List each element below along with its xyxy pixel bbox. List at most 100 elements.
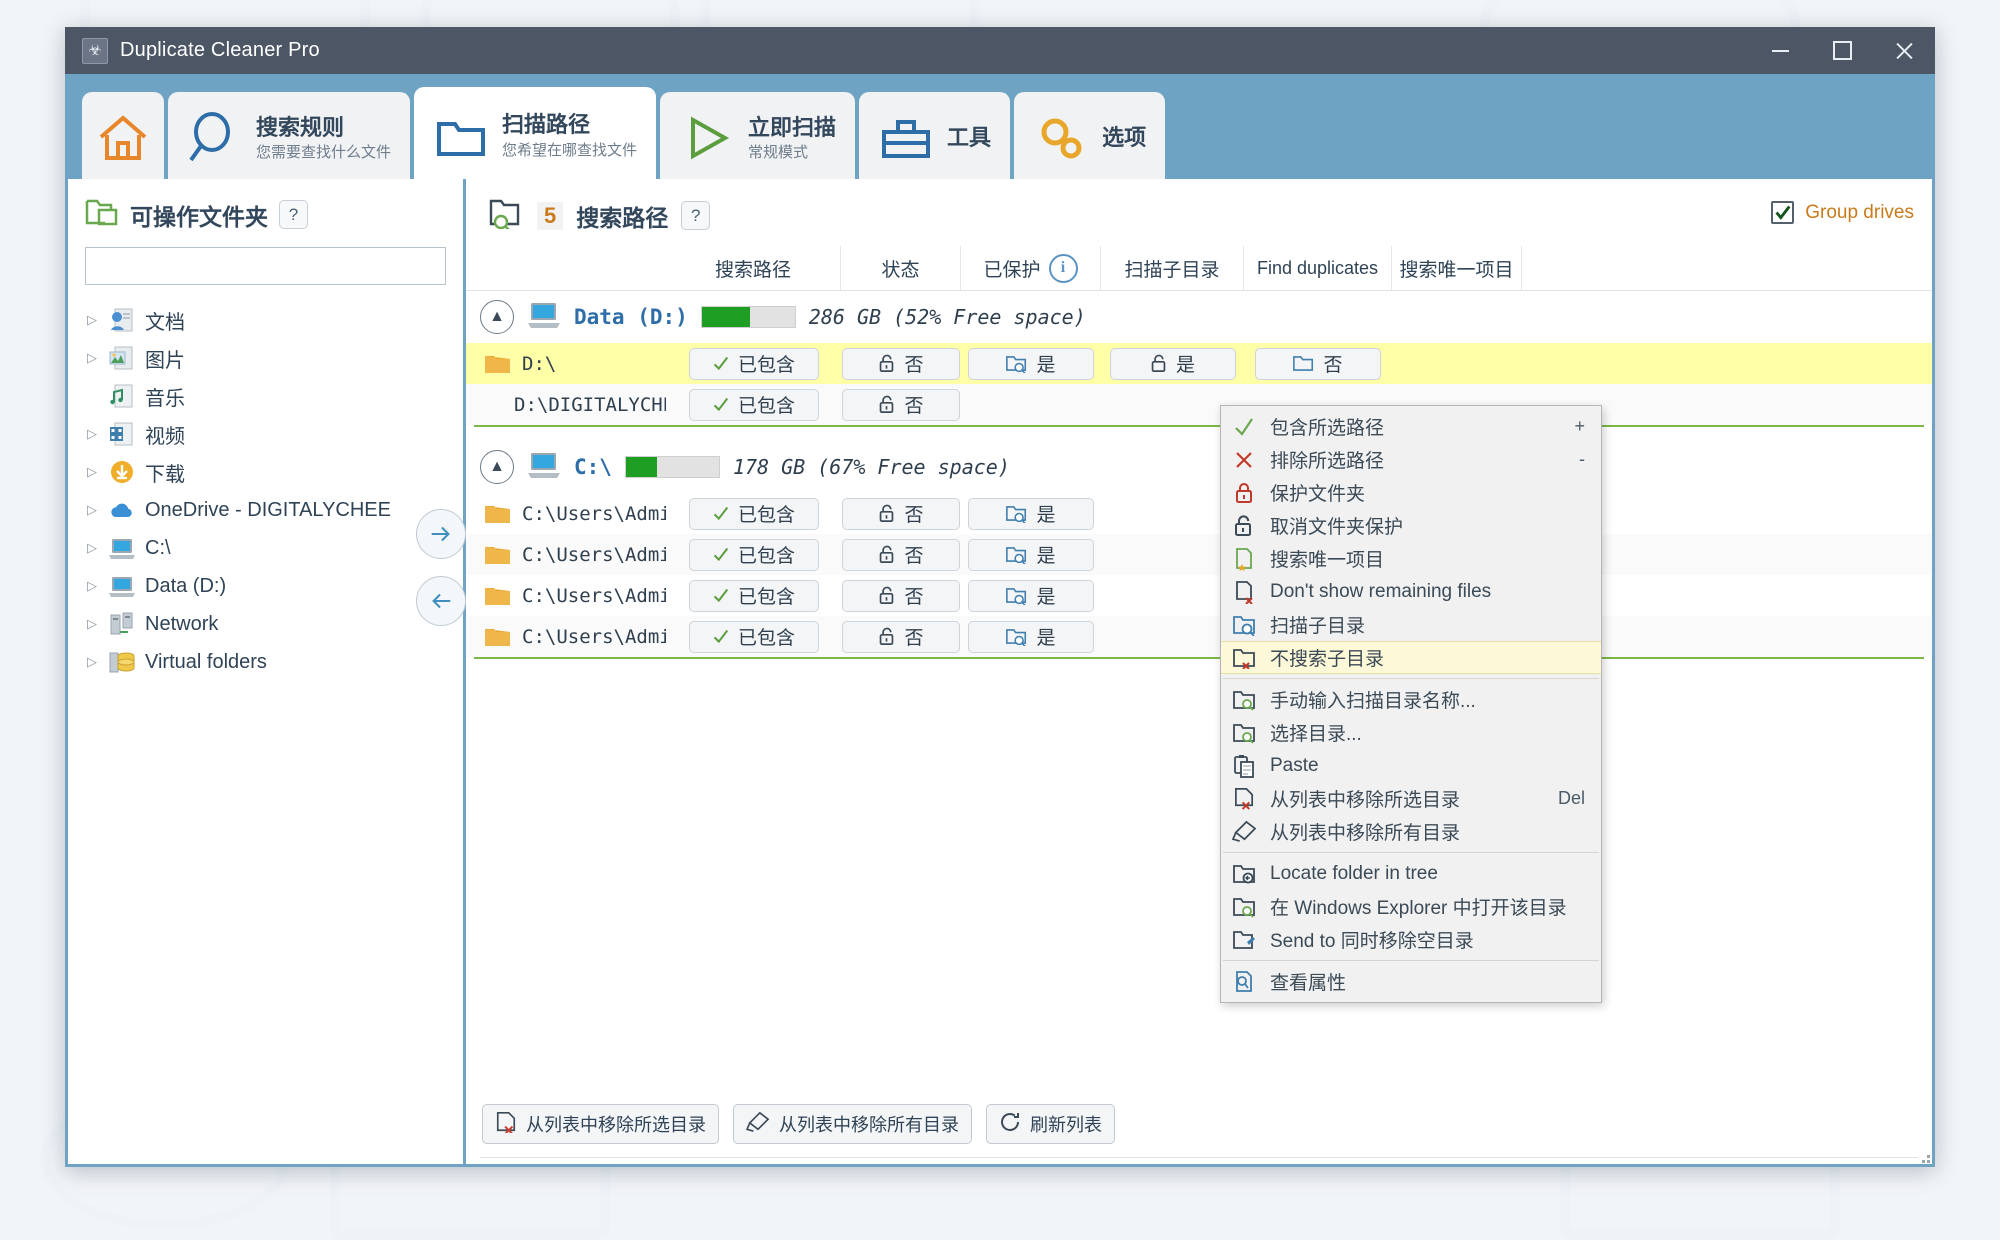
tree-item-c-drive[interactable]: ▷ C:\ xyxy=(85,529,463,567)
table-row[interactable]: C:\Users\Administra 已包含 否 是 xyxy=(466,534,1932,575)
collapse-chevron-icon[interactable]: ▲ xyxy=(480,300,514,334)
protected-cell[interactable]: 否 xyxy=(842,389,960,421)
status-cell[interactable]: 已包含 xyxy=(689,389,819,421)
column-header-path[interactable]: 搜索路径 xyxy=(666,246,841,290)
help-icon[interactable]: ? xyxy=(681,201,710,230)
sendto-icon xyxy=(1231,927,1257,953)
subdirs-cell[interactable]: 是 xyxy=(968,621,1094,653)
tree-item-onedrive[interactable]: ▷ OneDrive - DIGITALYCHEE xyxy=(85,491,463,529)
menu-item-no-subfolders[interactable]: 不搜索子目录 xyxy=(1221,641,1601,674)
menu-item-open-in-explorer[interactable]: 在 Windows Explorer 中打开该目录 xyxy=(1221,890,1601,923)
protected-cell[interactable]: 否 xyxy=(842,539,960,571)
expand-arrow-icon[interactable]: ▷ xyxy=(85,350,99,366)
menu-item-paste[interactable]: Paste xyxy=(1221,749,1601,782)
column-header-protected[interactable]: 已保护 i xyxy=(961,246,1101,290)
help-icon[interactable]: ? xyxy=(279,200,308,229)
expand-arrow-icon[interactable]: ▷ xyxy=(85,426,99,442)
menu-item-type-path[interactable]: 手动输入扫描目录名称... xyxy=(1221,683,1601,716)
context-menu[interactable]: 包含所选路径 + 排除所选路径 - 保护文件夹 取消文件夹保护 搜索唯一项目 D… xyxy=(1220,405,1602,1003)
subdirs-cell[interactable]: 是 xyxy=(968,498,1094,530)
add-path-button[interactable] xyxy=(416,509,466,559)
maximize-button[interactable] xyxy=(1811,27,1873,74)
expand-arrow-icon[interactable]: ▷ xyxy=(85,578,99,594)
collapse-chevron-icon[interactable]: ▲ xyxy=(480,450,514,484)
tab-options[interactable]: 选项 xyxy=(1014,92,1165,184)
refresh-list-button[interactable]: 刷新列表 xyxy=(986,1104,1115,1144)
status-cell[interactable]: 已包含 xyxy=(689,539,819,571)
tree-item-documents[interactable]: ▷ 文档 xyxy=(85,301,463,339)
menu-item-scan-subfolders[interactable]: 扫描子目录 xyxy=(1221,608,1601,641)
tab-tools[interactable]: 工具 xyxy=(859,92,1010,184)
protected-cell[interactable]: 否 xyxy=(842,580,960,612)
expand-arrow-icon[interactable]: ▷ xyxy=(85,464,99,480)
menu-item-browse-folder[interactable]: 选择目录... xyxy=(1221,716,1601,749)
tree-item-label: Virtual folders xyxy=(145,651,267,674)
table-row[interactable]: C:\Users\Administra 已包含 否 是 xyxy=(466,493,1932,534)
tab-home[interactable] xyxy=(82,92,164,184)
remove-selected-paths-button[interactable]: 从列表中移除所选目录 xyxy=(482,1104,719,1144)
resize-grip[interactable] xyxy=(1917,1150,1931,1164)
menu-item-locate-folder[interactable]: Locate folder in tree xyxy=(1221,857,1601,890)
menu-item-include-path[interactable]: 包含所选路径 + xyxy=(1221,410,1601,443)
browse-folder-icon xyxy=(1231,720,1257,746)
tree-item-music[interactable]: 音乐 xyxy=(85,377,463,415)
status-cell[interactable]: 已包含 xyxy=(689,621,819,653)
column-header-status[interactable]: 状态 xyxy=(841,246,961,290)
table-row[interactable]: C:\Users\Administra 已包含 否 是 xyxy=(466,575,1932,616)
subdirs-cell[interactable]: 是 xyxy=(968,580,1094,612)
expand-arrow-icon[interactable]: ▷ xyxy=(85,312,99,328)
protected-cell[interactable]: 否 xyxy=(842,348,960,380)
info-icon[interactable]: i xyxy=(1049,254,1078,283)
group-drives-row[interactable]: Group drives xyxy=(1771,201,1914,224)
tab-scan-now[interactable]: 立即扫描 常规模式 xyxy=(660,92,855,184)
menu-item-exclude-path[interactable]: 排除所选路径 - xyxy=(1221,443,1601,476)
menu-item-search-unique[interactable]: 搜索唯一项目 xyxy=(1221,542,1601,575)
protected-cell[interactable]: 否 xyxy=(842,498,960,530)
subdirs-cell[interactable]: 是 xyxy=(968,539,1094,571)
tree-item-video[interactable]: ▷ 视频 xyxy=(85,415,463,453)
menu-item-remove-selected[interactable]: 从列表中移除所选目录 Del xyxy=(1221,782,1601,815)
table-row[interactable]: D:\DIGITALYCHEE\O 已包含 否 xyxy=(466,384,1932,425)
folder-icon xyxy=(433,108,489,164)
subdirs-cell[interactable]: 是 xyxy=(968,348,1094,380)
unique-cell[interactable]: 否 xyxy=(1255,348,1381,380)
tree-item-downloads[interactable]: ▷ 下载 xyxy=(85,453,463,491)
menu-item-unprotect-folder[interactable]: 取消文件夹保护 xyxy=(1221,509,1601,542)
expand-arrow-icon[interactable]: ▷ xyxy=(85,654,99,670)
expand-arrow-icon[interactable]: ▷ xyxy=(85,502,99,518)
expand-arrow-icon[interactable]: ▷ xyxy=(85,540,99,556)
status-cell[interactable]: 已包含 xyxy=(689,348,819,380)
column-header-unique[interactable]: 搜索唯一项目 xyxy=(1392,246,1522,290)
menu-item-remove-all[interactable]: 从列表中移除所有目录 xyxy=(1221,815,1601,848)
status-cell[interactable]: 已包含 xyxy=(689,498,819,530)
expand-arrow-icon[interactable]: ▷ xyxy=(85,616,99,632)
menu-item-protect-folder[interactable]: 保护文件夹 xyxy=(1221,476,1601,509)
close-button[interactable] xyxy=(1873,27,1935,74)
column-header-subdirs[interactable]: 扫描子目录 xyxy=(1101,246,1244,290)
minimize-button[interactable] xyxy=(1749,27,1811,74)
tree-item-pictures[interactable]: ▷ 图片 xyxy=(85,339,463,377)
drive-space-info: 178 GB (67% Free space) xyxy=(733,455,1010,479)
menu-item-send-to[interactable]: Send to 同时移除空目录 xyxy=(1221,923,1601,956)
remove-path-button[interactable] xyxy=(416,576,466,626)
downloads-icon xyxy=(108,458,136,486)
tab-scan-paths[interactable]: 扫描路径 您希望在哪查找文件 xyxy=(414,87,656,184)
menu-item-dont-show-remaining[interactable]: Don't show remaining files xyxy=(1221,575,1601,608)
table-row[interactable]: C:\Users\Administra 已包含 否 是 xyxy=(466,616,1932,657)
table-row[interactable]: D:\ 已包含 否 是 xyxy=(466,343,1932,384)
tree-item-virtual-folders[interactable]: ▷ Virtual folders xyxy=(85,643,463,681)
tree-item-network[interactable]: ▷ Network xyxy=(85,605,463,643)
protected-cell[interactable]: 否 xyxy=(842,621,960,653)
drive-group-header[interactable]: ▲ C:\ 178 GB (67% Free space) xyxy=(466,441,1932,493)
tree-item-data-drive[interactable]: ▷ Data (D:) xyxy=(85,567,463,605)
status-cell[interactable]: 已包含 xyxy=(689,580,819,612)
folder-filter-input[interactable] xyxy=(85,247,446,285)
remove-all-paths-button[interactable]: 从列表中移除所有目录 xyxy=(733,1104,972,1144)
drive-group-header[interactable]: ▲ Data (D:) 286 GB (52% Free space) xyxy=(466,291,1932,343)
menu-item-properties[interactable]: 查看属性 xyxy=(1221,965,1601,998)
group-drives-checkbox[interactable] xyxy=(1771,201,1794,224)
column-header-find-duplicates[interactable]: Find duplicates xyxy=(1244,246,1392,290)
protected-label: 否 xyxy=(904,350,923,377)
find-duplicates-cell[interactable]: 是 xyxy=(1110,348,1236,380)
tab-search-rules[interactable]: 搜索规则 您需要查找什么文件 xyxy=(168,92,410,184)
